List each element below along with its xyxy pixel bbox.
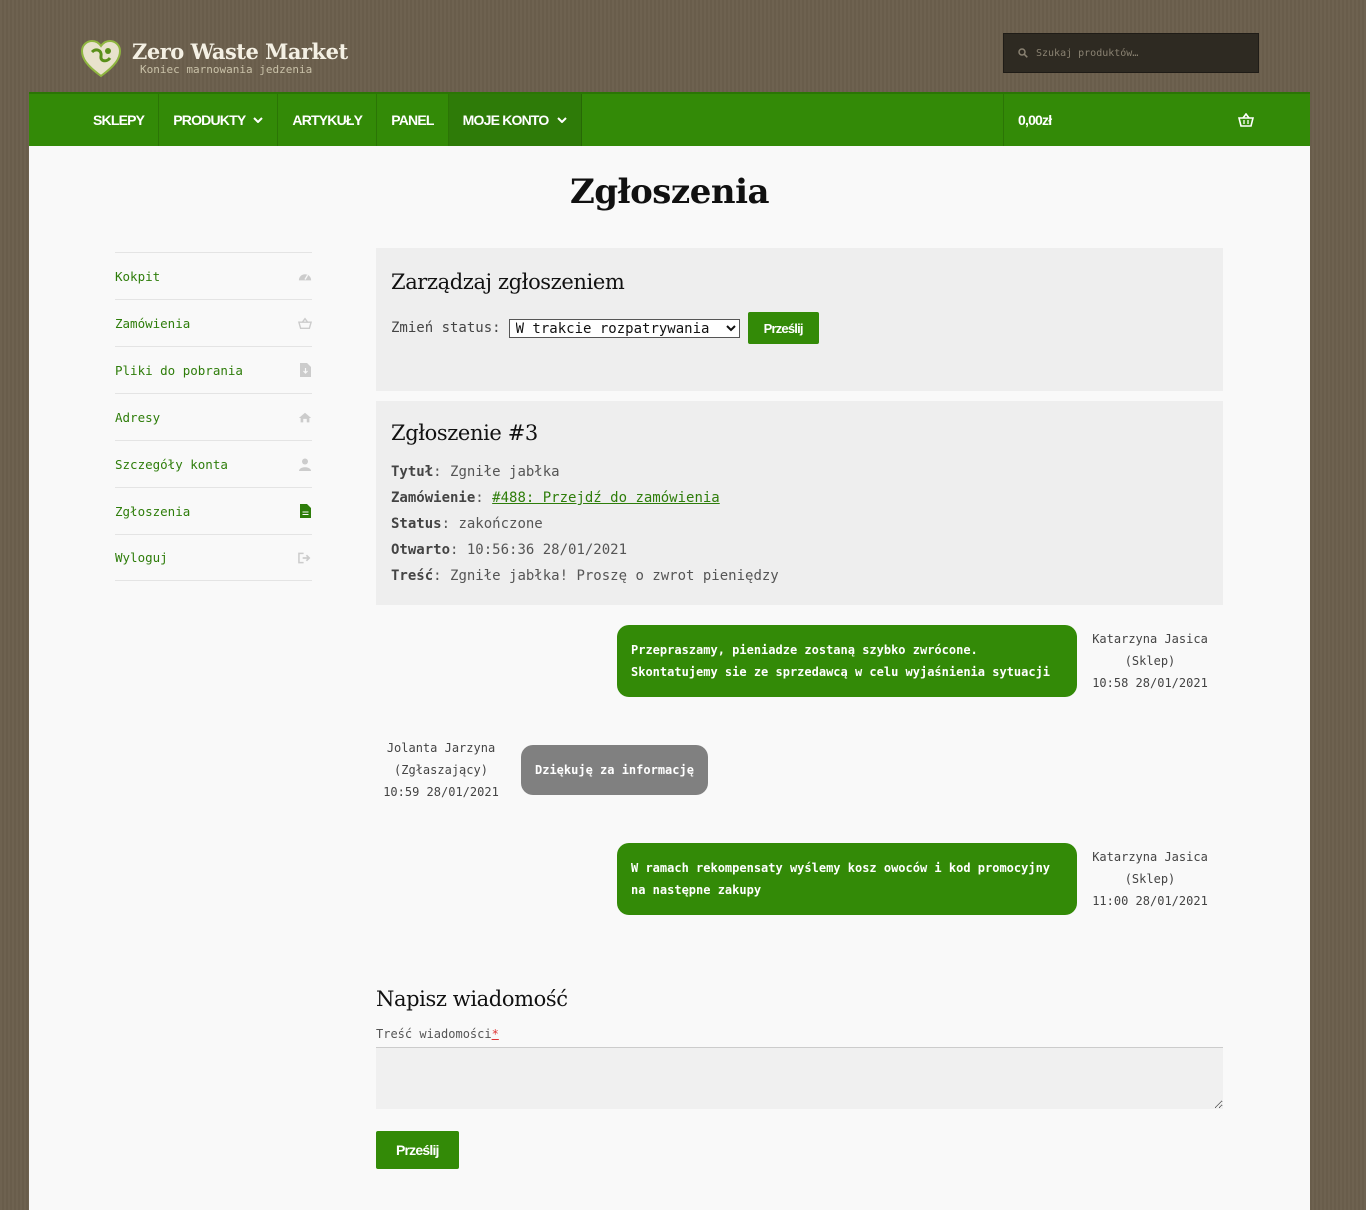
- ticket-title-label: Tytuł: [391, 464, 434, 480]
- document-icon: [298, 504, 312, 518]
- user-icon: [298, 457, 312, 471]
- ticket-title-value: Zgniłe jabłka: [450, 464, 560, 480]
- message-role: (Zgłaszający): [394, 763, 488, 777]
- chevron-down-icon: [253, 117, 264, 123]
- nav-item-artykuly[interactable]: ARTYKUŁY: [278, 94, 378, 146]
- home-icon: [298, 410, 312, 424]
- nav-label: ARTYKUŁY: [292, 112, 363, 128]
- message-author: Katarzyna Jasica: [1092, 850, 1208, 864]
- message-time: 10:58 28/01/2021: [1092, 676, 1208, 690]
- basket-icon: [298, 316, 312, 330]
- nav-item-panel[interactable]: PANEL: [377, 94, 449, 146]
- nav-item-produkty[interactable]: PRODUKTY: [159, 94, 279, 146]
- basket-icon: [1238, 113, 1254, 127]
- sidebar-item-wyloguj[interactable]: Wyloguj: [115, 534, 312, 581]
- message-bubble: Przepraszamy, pieniadze zostaną szybko z…: [617, 625, 1077, 697]
- nav-item-sklepy[interactable]: SKLEPY: [79, 94, 160, 146]
- order-link[interactable]: #488: Przejdź do zamówienia: [492, 490, 720, 506]
- ticket-title-row: Tytuł: Zgniłe jabłka: [391, 464, 560, 480]
- manage-ticket-box: Zarządzaj zgłoszeniem Zmień status: W tr…: [376, 248, 1223, 391]
- message-thread: Przepraszamy, pieniadze zostaną szybko z…: [376, 605, 1223, 935]
- logo-title: Zero Waste Market: [132, 39, 348, 64]
- main-content: Zgłoszenia Kokpit Zamówienia Pliki do po…: [29, 146, 1310, 1210]
- change-status-submit-button[interactable]: Prześlij: [747, 312, 819, 344]
- required-mark: *: [491, 1027, 499, 1041]
- message-bubble: W ramach rekompensaty wyślemy kosz owocó…: [617, 843, 1077, 915]
- message-bubble: Dziękuję za informację: [521, 745, 708, 795]
- ticket-status-label: Status: [391, 516, 442, 532]
- ticket-content-value: Zgniłe jabłka! Proszę o zwrot pieniędzy: [450, 568, 779, 584]
- ticket-status-row: Status: zakończone: [391, 516, 543, 532]
- sidebar-item-label: Szczegóły konta: [115, 456, 228, 472]
- heart-logo-icon: [80, 38, 122, 80]
- message-author: Jolanta Jarzyna: [386, 741, 496, 755]
- ticket-order-label: Zamówienie: [391, 490, 476, 506]
- message-meta: Katarzyna Jasica (Sklep) 11:00 28/01/202…: [1077, 846, 1223, 912]
- reply-form: Napisz wiadomość Treść wiadomości* Prześ…: [376, 987, 1223, 1169]
- account-sidebar: Kokpit Zamówienia Pliki do pobrania Adre…: [115, 252, 312, 581]
- logout-icon: [298, 551, 312, 565]
- ticket-opened-value: 10:56:36 28/01/2021: [466, 542, 628, 558]
- ticket-content-label: Treść: [391, 568, 434, 584]
- logo-tagline: Koniec marnowania jedzenia: [140, 63, 313, 76]
- product-search[interactable]: [1003, 33, 1259, 73]
- manage-heading: Zarządzaj zgłoszeniem: [391, 270, 625, 294]
- message-role: (Sklep): [1124, 654, 1176, 668]
- ticket-content-row: Treść: Zgniłe jabłka! Proszę o zwrot pie…: [391, 568, 779, 584]
- ticket-status-value: zakończone: [458, 516, 543, 532]
- message-row: Jolanta Jarzyna (Zgłaszający) 10:59 28/0…: [376, 717, 1223, 823]
- search-icon: [1018, 48, 1028, 58]
- message-row: Przepraszamy, pieniadze zostaną szybko z…: [376, 605, 1223, 717]
- cart-amount: 0,00zł: [1018, 112, 1052, 128]
- sidebar-item-label: Wyloguj: [115, 550, 168, 565]
- ticket-order-row: Zamówienie: #488: Przejdź do zamówienia: [391, 490, 720, 506]
- site-logo[interactable]: Zero Waste Market Koniec marnowania jedz…: [80, 38, 348, 80]
- cart-link[interactable]: 0,00zł: [1003, 94, 1310, 146]
- message-row: W ramach rekompensaty wyślemy kosz owocó…: [376, 823, 1223, 935]
- ticket-details-box: Zgłoszenie #3 Tytuł: Zgniłe jabłka Zamów…: [376, 401, 1223, 605]
- nav-label: SKLEPY: [93, 112, 145, 128]
- sidebar-item-label: Zamówienia: [115, 315, 191, 331]
- sidebar-item-pliki[interactable]: Pliki do pobrania: [115, 346, 312, 393]
- sidebar-item-label: Zgłoszenia: [115, 503, 191, 519]
- nav-label: MOJE KONTO: [462, 112, 550, 128]
- ticket-content: Zarządzaj zgłoszeniem Zmień status: W tr…: [376, 248, 1223, 1169]
- file-download-icon: [298, 363, 312, 377]
- page-title: Zgłoszenia: [569, 172, 770, 212]
- message-time: 10:59 28/01/2021: [383, 785, 499, 799]
- ticket-heading: Zgłoszenie #3: [391, 421, 538, 445]
- ticket-opened-label: Otwarto: [391, 542, 451, 558]
- sidebar-item-adresy[interactable]: Adresy: [115, 393, 312, 440]
- message-meta: Jolanta Jarzyna (Zgłaszający) 10:59 28/0…: [376, 737, 506, 803]
- message-field-label-text: Treść wiadomości: [376, 1027, 492, 1041]
- nav-label: PRODUKTY: [173, 112, 246, 128]
- message-author: Katarzyna Jasica: [1092, 632, 1208, 646]
- chevron-down-icon: [556, 117, 567, 123]
- nav-label: PANEL: [391, 112, 434, 128]
- message-time: 11:00 28/01/2021: [1092, 894, 1208, 908]
- dashboard-icon: [298, 269, 312, 283]
- site-header: Zero Waste Market Koniec marnowania jedz…: [0, 0, 1366, 92]
- message-textarea[interactable]: [376, 1047, 1223, 1109]
- status-select[interactable]: W trakcie rozpatrywania: [508, 318, 740, 338]
- sidebar-item-label: Pliki do pobrania: [115, 362, 243, 378]
- search-input[interactable]: [1036, 47, 1236, 59]
- message-field-label: Treść wiadomości*: [376, 1027, 1223, 1041]
- sidebar-item-zamowienia[interactable]: Zamówienia: [115, 299, 312, 346]
- message-meta: Katarzyna Jasica (Sklep) 10:58 28/01/202…: [1077, 628, 1223, 694]
- sidebar-item-zgloszenia[interactable]: Zgłoszenia: [115, 487, 312, 534]
- ticket-opened-row: Otwarto: 10:56:36 28/01/2021: [391, 542, 628, 558]
- nav-item-moje-konto[interactable]: MOJE KONTO: [448, 94, 582, 146]
- message-role: (Sklep): [1124, 872, 1176, 886]
- sidebar-item-label: Adresy: [115, 409, 161, 425]
- sidebar-item-kokpit[interactable]: Kokpit: [115, 252, 312, 299]
- send-message-button[interactable]: Prześlij: [376, 1131, 459, 1169]
- main-navigation: SKLEPY PRODUKTY ARTYKUŁY PANEL MOJE KONT…: [29, 92, 1310, 146]
- sidebar-item-szczegoly-konta[interactable]: Szczegóły konta: [115, 440, 312, 487]
- reply-heading: Napisz wiadomość: [376, 987, 568, 1011]
- sidebar-item-label: Kokpit: [115, 268, 161, 284]
- status-label: Zmień status:: [391, 320, 501, 336]
